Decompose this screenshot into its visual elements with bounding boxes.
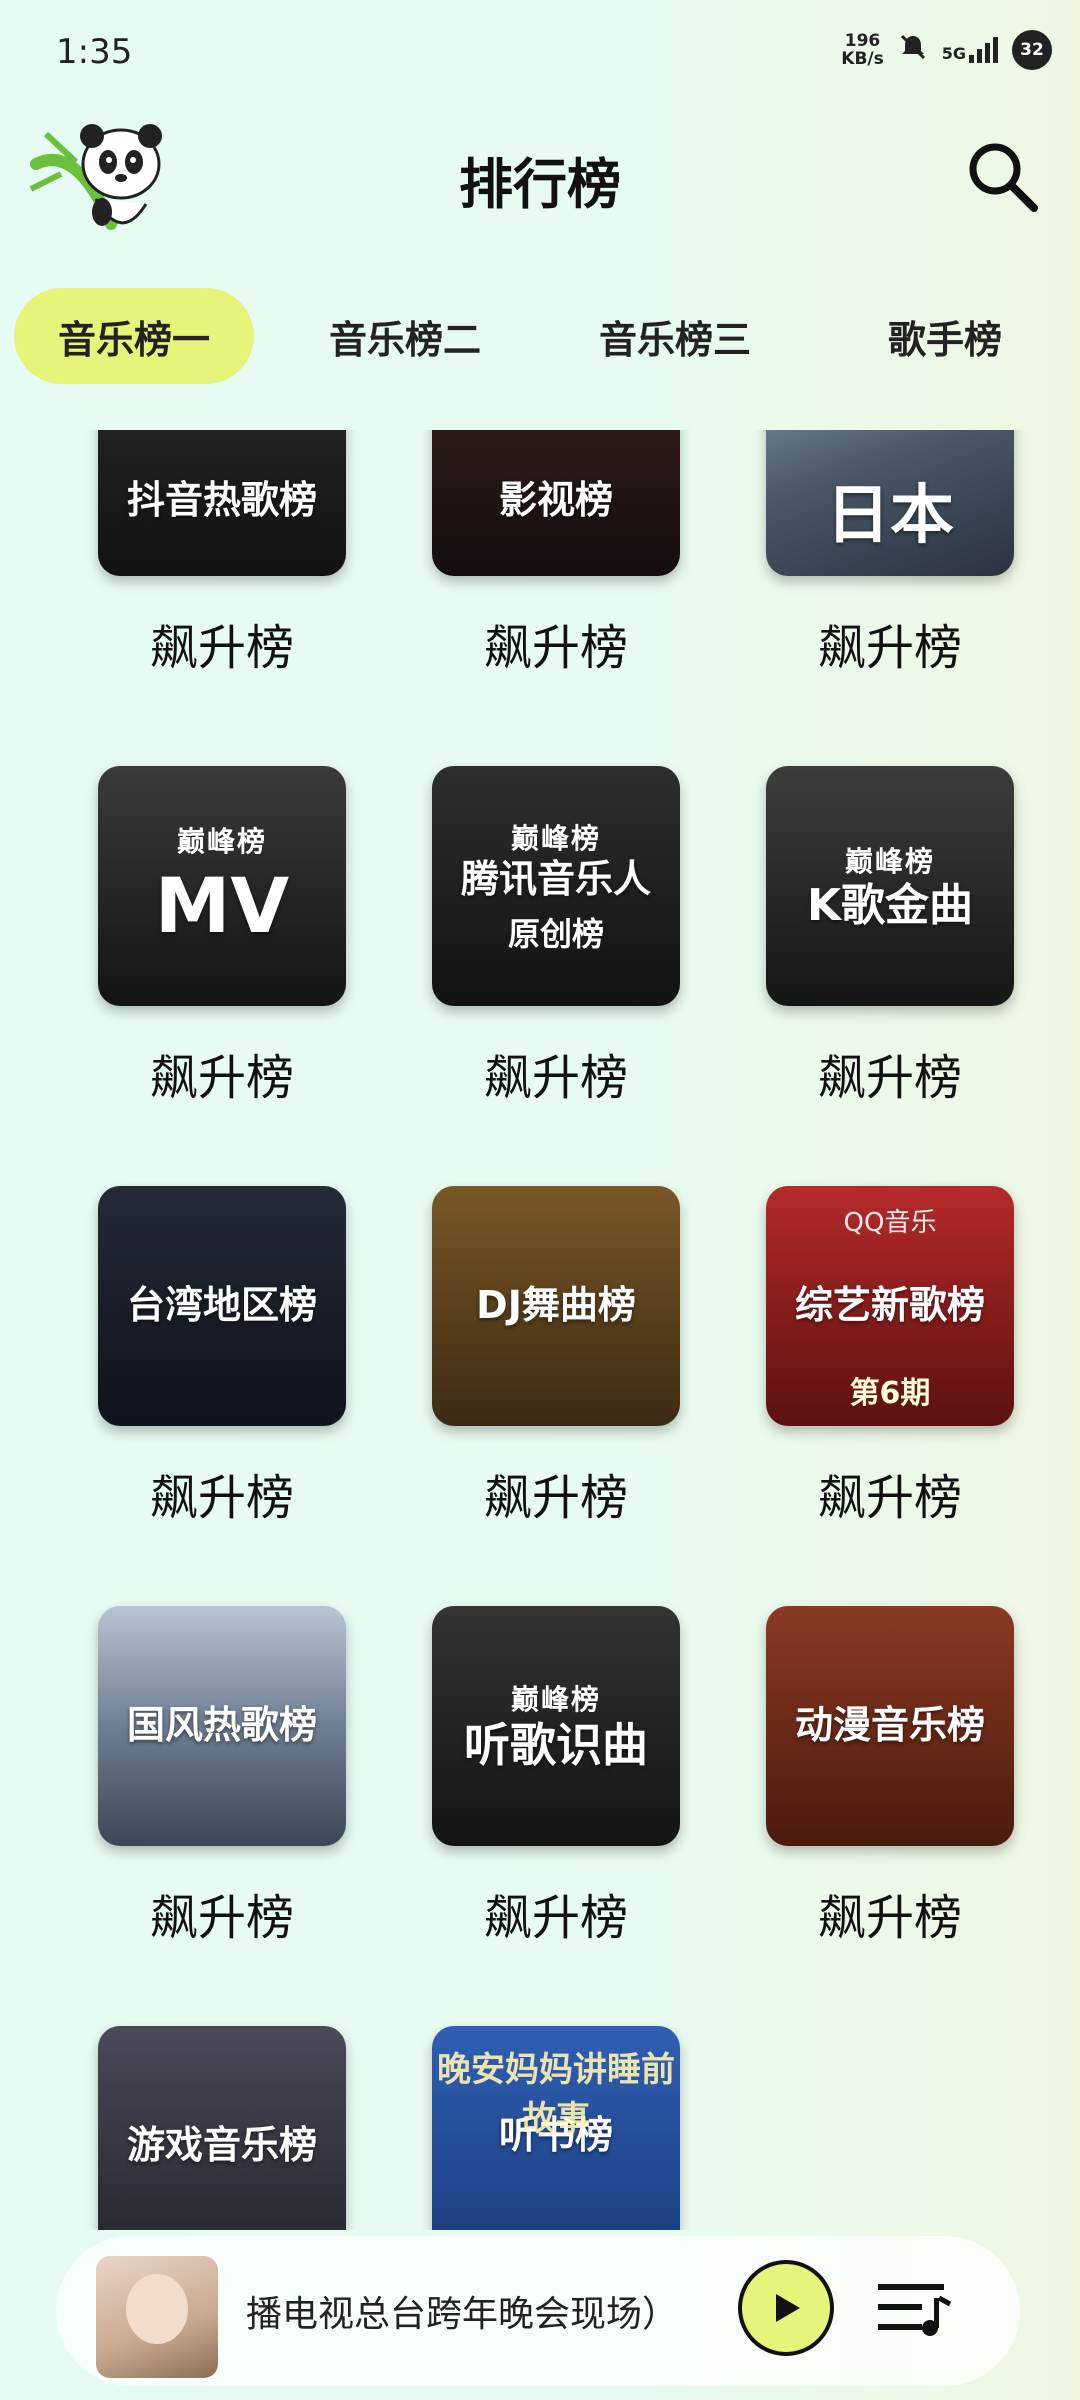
- cover-title: 日本: [826, 478, 954, 553]
- chart-card-karaoke[interactable]: 巅峰榜 K歌金曲 飙升榜: [766, 766, 1014, 1108]
- app-header: 排行榜: [0, 96, 1080, 256]
- chart-cover: DJ舞曲榜: [432, 1186, 680, 1426]
- album-art[interactable]: [96, 2256, 218, 2378]
- chart-cover: 巅峰榜 K歌金曲: [766, 766, 1014, 1006]
- cover-title: 影视榜: [498, 478, 613, 523]
- tab-music-chart-3[interactable]: 音乐榜三: [560, 288, 790, 384]
- battery-icon: 32: [1012, 30, 1052, 70]
- cover-title: 动漫音乐榜: [794, 1703, 985, 1748]
- chart-label: 飙升榜: [817, 1890, 962, 1946]
- status-time: 1:35: [56, 32, 133, 72]
- cover-top-text: 晚安妈妈讲睡前故事: [437, 2050, 675, 2139]
- cover-title: 游戏音乐榜: [126, 2123, 317, 2168]
- network-speed-value: 196: [844, 31, 881, 51]
- play-icon: [776, 2294, 800, 2322]
- cover-brand: 巅峰榜: [510, 822, 601, 856]
- cover-title: 腾讯音乐人: [460, 857, 651, 902]
- track-title[interactable]: 播电视总台跨年晚会现场）: [246, 2236, 766, 2386]
- chart-cover: 巅峰榜 听歌识曲: [432, 1606, 680, 1846]
- chart-card-variety[interactable]: QQ音乐 综艺新歌榜 第6期 飙升榜: [766, 1186, 1014, 1528]
- chart-cover: 巅峰榜 腾讯音乐人 原创榜: [432, 766, 680, 1006]
- chart-cover: 动漫音乐榜: [766, 1606, 1014, 1846]
- chart-label: 飙升榜: [483, 1890, 628, 1946]
- cover-title: 台湾地区榜: [126, 1283, 317, 1328]
- chart-cover: 晚安妈妈讲睡前故事 听书榜: [432, 2026, 680, 2230]
- cover-title: DJ舞曲榜: [476, 1283, 636, 1328]
- chart-card-guofeng[interactable]: 国风热歌榜 飙升榜: [98, 1606, 346, 1948]
- cover-title: 听歌识曲: [464, 1718, 648, 1773]
- network-speed-unit: KB/s: [841, 49, 884, 69]
- playlist-button[interactable]: [876, 2274, 956, 2344]
- cover-title: 抖音热歌榜: [126, 478, 317, 523]
- chart-label: 飙升榜: [149, 1890, 294, 1946]
- network-speed: 196 KB/s: [841, 32, 883, 68]
- status-bar: 1:35 196 KB/s 5G 32: [0, 0, 1080, 110]
- cover-top-text: QQ音乐: [843, 1208, 937, 1238]
- chart-card-film[interactable]: 影视榜 飙升榜: [432, 430, 680, 678]
- chart-card-song-recognition[interactable]: 巅峰榜 听歌识曲 飙升榜: [432, 1606, 680, 1948]
- network-type: 5G: [941, 44, 966, 63]
- cover-brand: 巅峰榜: [176, 825, 267, 859]
- mute-icon: [898, 32, 928, 69]
- search-icon: [969, 143, 1038, 212]
- chart-label: 飙升榜: [149, 1050, 294, 1106]
- cover-title: K歌金曲: [806, 879, 974, 931]
- page-title: 排行榜: [459, 153, 621, 216]
- cover-bottom-text: 第6期: [849, 1376, 931, 1411]
- chart-label: 飙升榜: [483, 620, 628, 676]
- search-button[interactable]: [962, 136, 1042, 216]
- chart-label: 飙升榜: [817, 620, 962, 676]
- chart-cover: 国风热歌榜: [98, 1606, 346, 1846]
- chart-cover: QQ音乐 综艺新歌榜 第6期: [766, 1186, 1014, 1426]
- chart-label: 飙升榜: [483, 1470, 628, 1526]
- cover-brand: 巅峰榜: [510, 1683, 601, 1717]
- chart-card-game[interactable]: 游戏音乐榜: [98, 2026, 346, 2230]
- mini-player[interactable]: 播电视总台跨年晚会现场）: [56, 2236, 1020, 2386]
- chart-label: 飙升榜: [483, 1050, 628, 1106]
- status-indicators: 196 KB/s 5G 32: [841, 30, 1052, 70]
- chart-cover: 台湾地区榜: [98, 1186, 346, 1426]
- cover-brand: 巅峰榜: [844, 844, 935, 878]
- chart-card-anime[interactable]: 动漫音乐榜 飙升榜: [766, 1606, 1014, 1948]
- chart-card-audiobook[interactable]: 晚安妈妈讲睡前故事 听书榜: [432, 2026, 680, 2230]
- chart-card-taiwan[interactable]: 台湾地区榜 飙升榜: [98, 1186, 346, 1528]
- chart-label: 飙升榜: [149, 620, 294, 676]
- cover-subtitle: 原创榜: [507, 914, 604, 953]
- playlist-icon: [878, 2284, 952, 2336]
- tab-singer-chart[interactable]: 歌手榜: [860, 288, 1030, 384]
- cover-title: 综艺新歌榜: [794, 1283, 985, 1328]
- chart-card-tme-original[interactable]: 巅峰榜 腾讯音乐人 原创榜 飙升榜: [432, 766, 680, 1108]
- chart-label: 飙升榜: [149, 1470, 294, 1526]
- chart-label: 飙升榜: [817, 1470, 962, 1526]
- tab-music-chart-2[interactable]: 音乐榜二: [290, 288, 520, 384]
- tab-music-chart-1[interactable]: 音乐榜一: [14, 288, 254, 384]
- chart-tabs: 音乐榜一 音乐榜二 音乐榜三 歌手榜: [0, 288, 1080, 384]
- chart-card-douyin[interactable]: 抖音热歌榜 飙升榜: [98, 430, 346, 678]
- chart-cover: 抖音热歌榜: [98, 430, 346, 576]
- chart-card-mv[interactable]: 巅峰榜 MV 飙升榜: [98, 766, 346, 1108]
- cover-title: MV: [154, 861, 290, 951]
- chart-cover: 影视榜: [432, 430, 680, 576]
- chart-card-japan[interactable]: 日本 飙升榜: [766, 430, 1014, 678]
- chart-cover: 日本: [766, 430, 1014, 576]
- chart-card-dj[interactable]: DJ舞曲榜 飙升榜: [432, 1186, 680, 1528]
- chart-grid: 抖音热歌榜 飙升榜 影视榜 飙升榜 日本 飙升榜 巅峰榜 MV 飙升榜 巅峰榜 …: [0, 430, 1080, 2230]
- chart-label: 飙升榜: [817, 1050, 962, 1106]
- chart-cover: 游戏音乐榜: [98, 2026, 346, 2230]
- cellular-signal-icon: 5G: [942, 37, 998, 63]
- chart-cover: 巅峰榜 MV: [98, 766, 346, 1006]
- cover-title: 国风热歌榜: [126, 1703, 317, 1748]
- play-button[interactable]: [738, 2260, 834, 2356]
